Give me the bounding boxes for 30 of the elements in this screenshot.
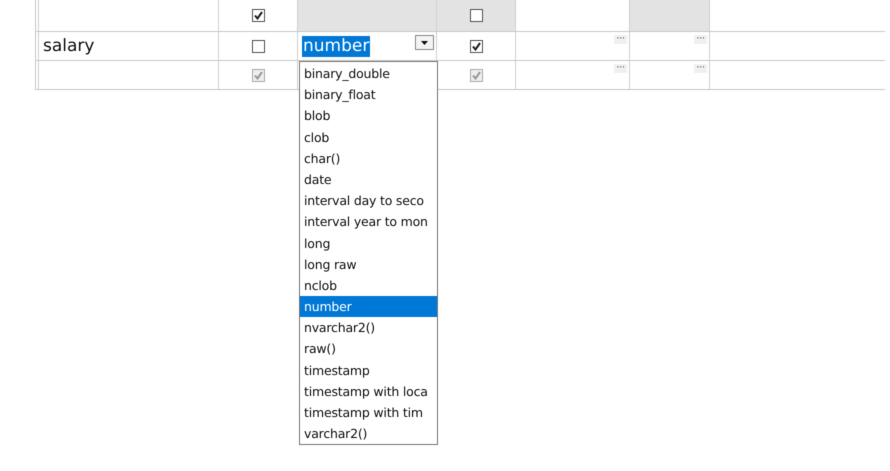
dropdown-option[interactable]: blob — [300, 105, 437, 127]
dropdown-option[interactable]: long — [300, 232, 437, 254]
ellipsis-button[interactable]: ··· — [614, 64, 627, 73]
dropdown-button[interactable] — [415, 35, 434, 50]
checkbox[interactable] — [252, 40, 264, 52]
ellipsis-button[interactable]: ··· — [694, 64, 707, 73]
dropdown-option[interactable]: long raw — [300, 254, 437, 275]
type-value[interactable]: number — [302, 36, 370, 56]
dropdown-option[interactable]: timestamp — [300, 360, 437, 381]
ellipsis-button[interactable]: ··· — [614, 35, 627, 44]
dropdown-option[interactable]: nvarchar2() — [300, 317, 437, 338]
dropdown-option[interactable]: timestamp with tim — [300, 402, 437, 424]
dropdown-option[interactable]: interval year to mon — [300, 211, 437, 232]
checkbox[interactable] — [252, 9, 264, 22]
dropdown-option[interactable]: raw() — [300, 338, 437, 360]
dropdown-option[interactable]: number — [300, 296, 437, 318]
checkbox[interactable] — [470, 9, 482, 22]
ellipsis-button[interactable]: ··· — [694, 35, 707, 44]
dropdown-option[interactable]: timestamp with loca — [300, 380, 437, 402]
dropdown-option[interactable]: binary_double — [300, 63, 437, 84]
column-name: salary — [43, 36, 94, 56]
checkbox[interactable] — [470, 40, 482, 52]
dropdown-option[interactable]: interval day to seco — [300, 190, 437, 212]
dropdown-option[interactable]: char() — [300, 148, 437, 169]
caret-icon — [421, 40, 428, 44]
dropdown-option[interactable]: binary_float — [300, 84, 437, 106]
dropdown-option[interactable]: date — [300, 168, 437, 190]
dropdown-option[interactable]: varchar2() — [300, 423, 437, 444]
dropdown-option[interactable]: nclob — [300, 274, 437, 296]
dropdown-option[interactable]: clob — [300, 126, 437, 148]
